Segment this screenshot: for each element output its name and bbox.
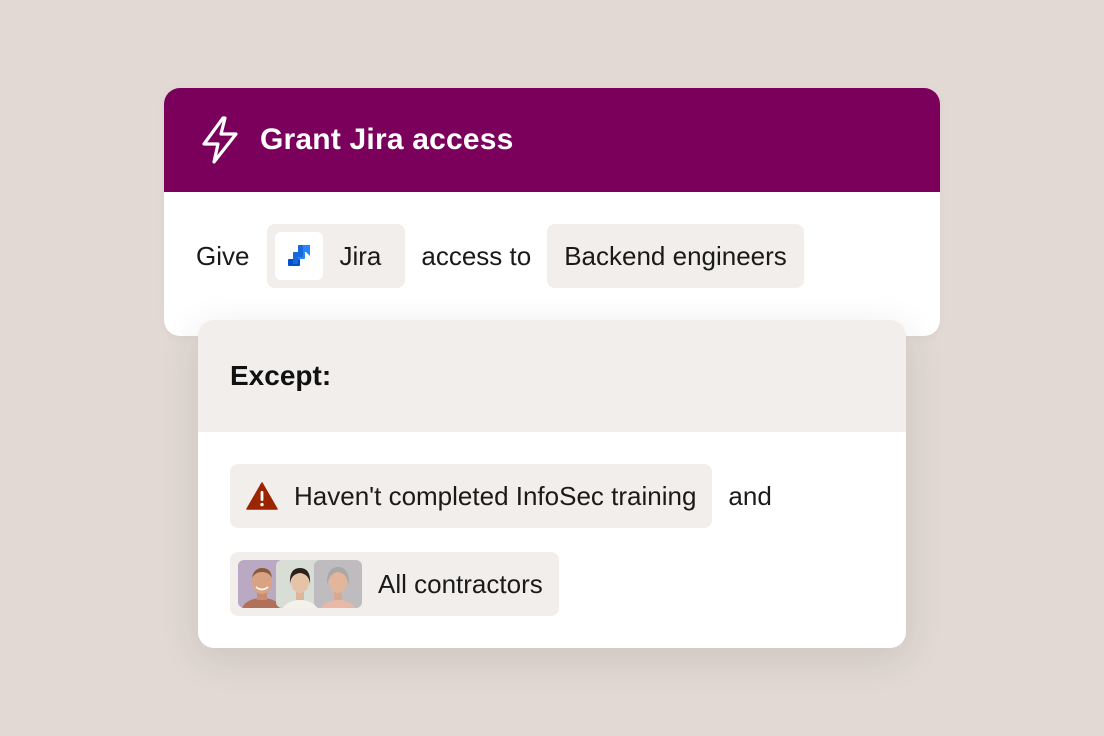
exceptions-header: Except: [198,320,906,432]
condition-label: Haven't completed InfoSec training [294,480,697,511]
workflow-header: Grant Jira access [164,88,940,192]
exceptions-card: Except: Haven't completed InfoSec traini… [198,320,906,648]
avatar-group [238,560,362,608]
workflow-card: Grant Jira access Give Jira access to Ba… [164,88,940,336]
workflow-title: Grant Jira access [260,123,514,156]
app-name: Jira [339,240,382,271]
group-selector-pill[interactable]: Backend engineers [547,224,804,288]
warning-triangle-icon [246,482,294,510]
avatar [314,560,362,608]
condition-label: All contractors [378,568,543,599]
infosec-condition-pill[interactable]: Haven't completed InfoSec training [230,464,713,528]
exceptions-title: Except: [230,360,332,391]
rule-sentence: Give Jira access to Backend engineers [196,224,804,288]
lightning-bolt-icon [200,116,240,164]
and-joiner: and [728,480,772,511]
contractors-condition-pill[interactable]: All contractors [230,552,559,616]
exception-condition-row: All contractors [230,552,559,616]
app-selector-pill[interactable]: Jira [267,224,406,288]
jira-logo-icon [275,232,324,280]
access-to-label: access to [421,240,532,271]
give-label: Give [196,240,250,271]
group-name: Backend engineers [564,240,787,271]
exception-condition-row: Haven't completed InfoSec training and [230,464,772,528]
